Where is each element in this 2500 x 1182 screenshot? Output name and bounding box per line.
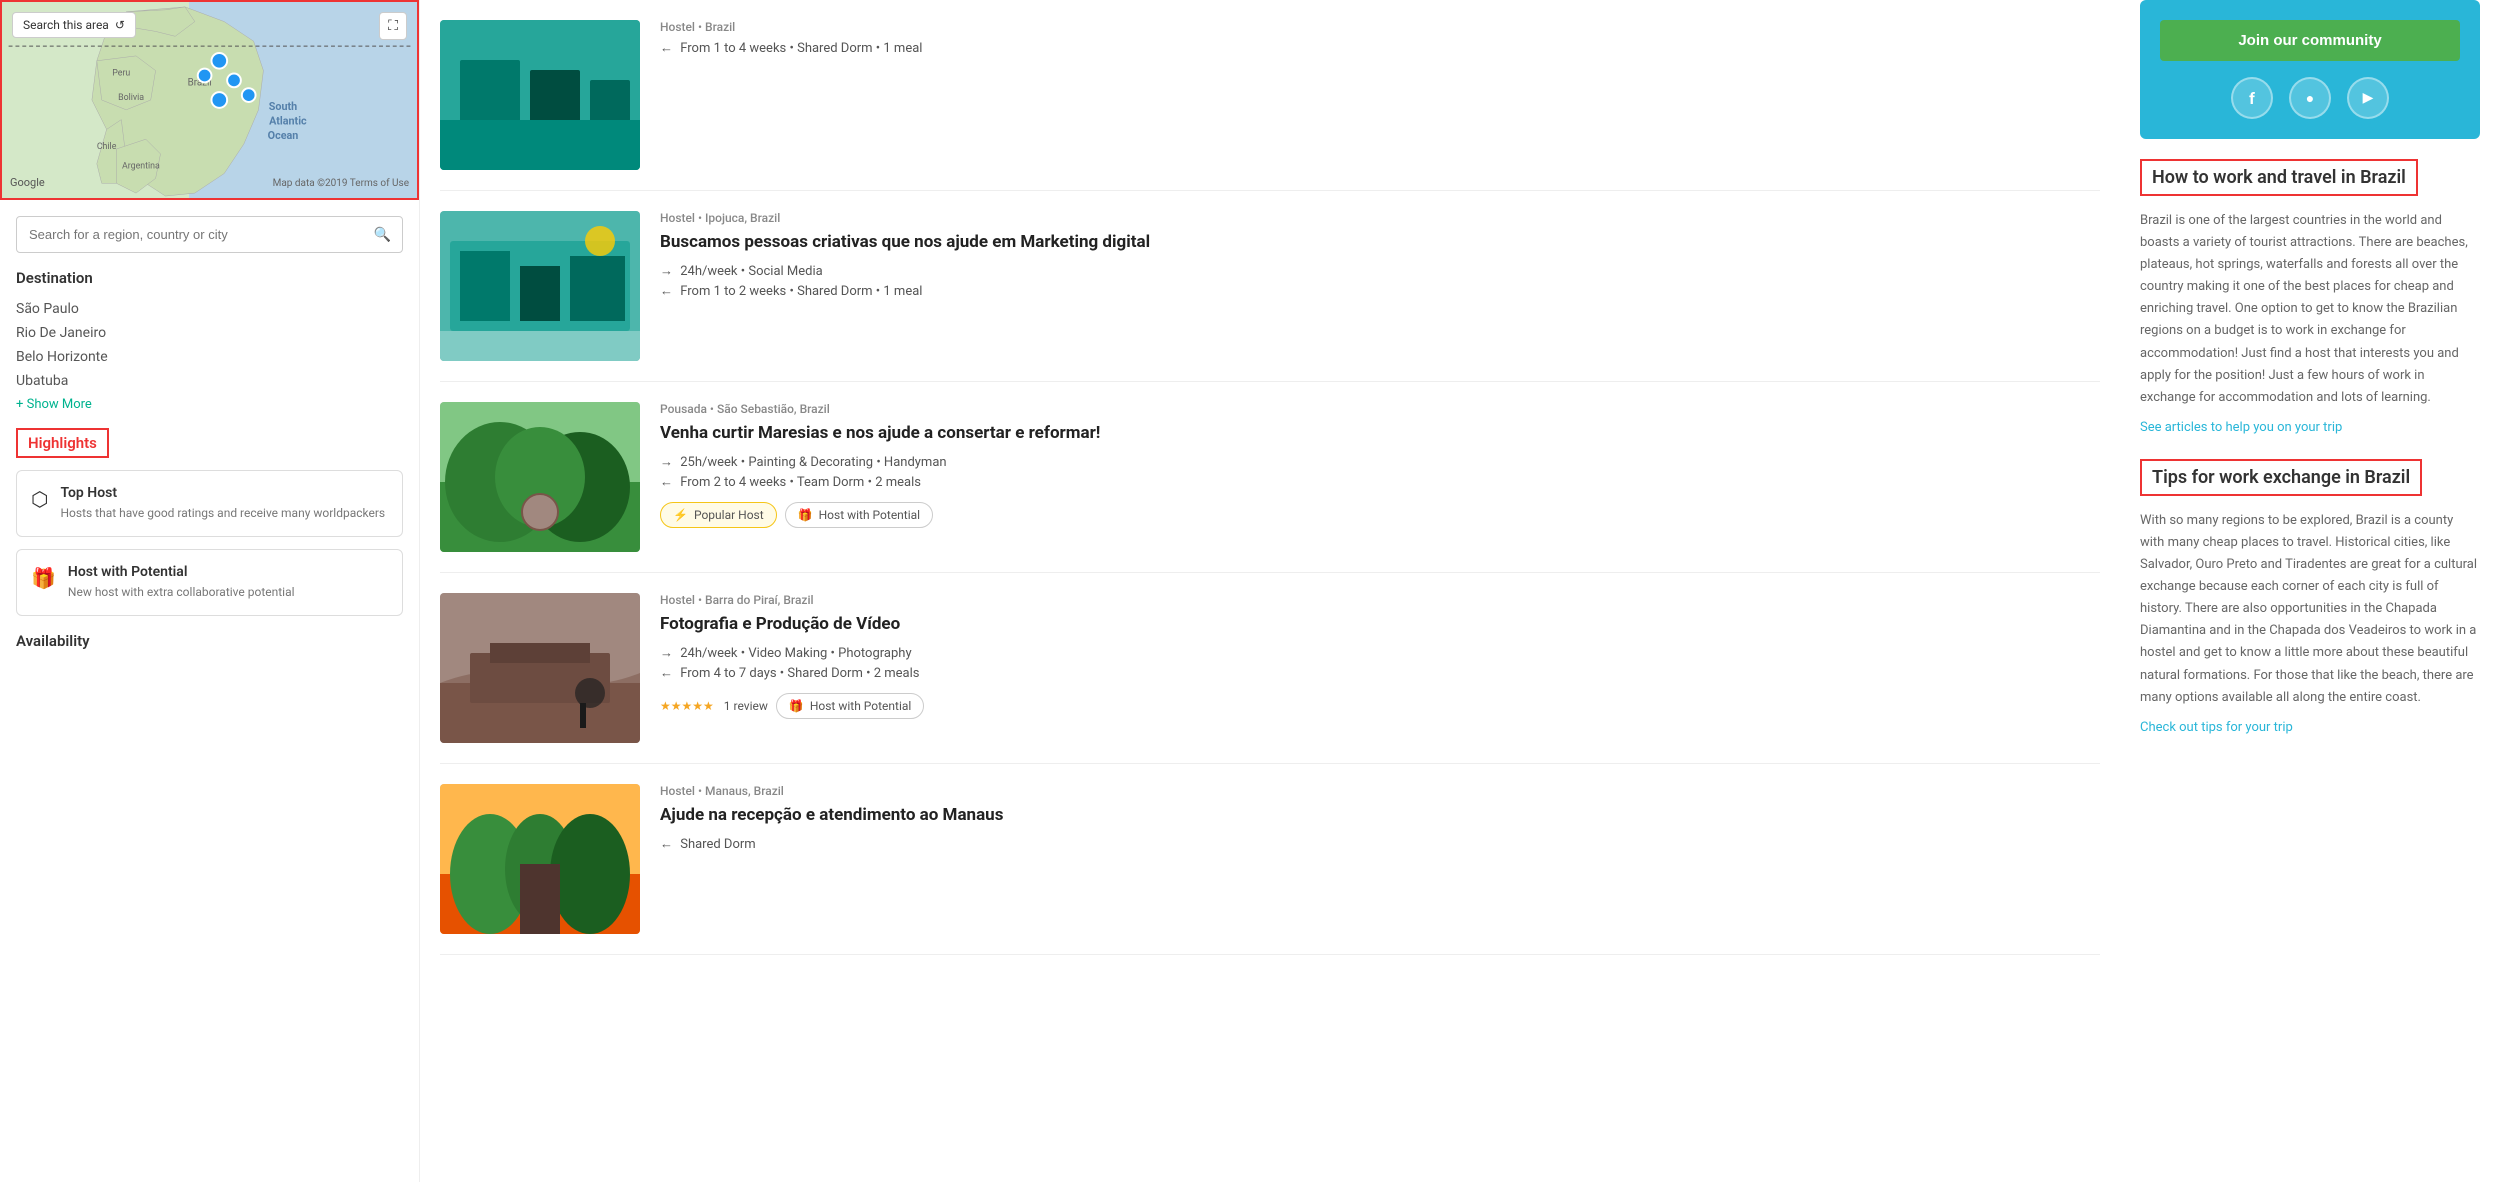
svg-text:Ocean: Ocean <box>268 129 299 142</box>
refresh-icon: ↺ <box>115 18 125 32</box>
destination-link-rio[interactable]: Rio De Janeiro <box>16 321 403 345</box>
svg-text:Atlantic: Atlantic <box>269 114 307 127</box>
listing-title-1[interactable]: Buscamos pessoas criativas que nos ajude… <box>660 231 2100 253</box>
listing-hours-3: → 24h/week • Video Making • Photography <box>660 645 2100 661</box>
article-title-1[interactable]: How to work and travel in Brazil <box>2140 159 2418 196</box>
listing-hours-2: → 25h/week • Painting & Decorating • Han… <box>660 454 2100 470</box>
listing-item-3: Hostel • Barra do Piraí, Brazil Fotograf… <box>440 573 2100 764</box>
expand-icon: ⛶ <box>388 18 398 34</box>
listing-stay-2: ← From 2 to 4 weeks • Team Dorm • 2 meal… <box>660 474 2100 490</box>
highlights-section: Highlights ⬡ Top Host Hosts that have go… <box>0 428 419 616</box>
listing-item-2: Pousada • São Sebastião, Brazil Venha cu… <box>440 382 2100 573</box>
svg-text:Peru: Peru <box>112 69 130 79</box>
show-more-link[interactable]: + Show More <box>16 397 92 412</box>
listing-info-1: Hostel • Ipojuca, Brazil Buscamos pessoa… <box>660 211 2100 303</box>
search-this-area-label: Search this area <box>23 18 109 32</box>
region-search-input[interactable] <box>16 216 403 253</box>
search-icon: 🔍 <box>374 227 391 243</box>
right-sidebar: Join our community f ● ▶ How to work and… <box>2120 0 2500 1182</box>
stars-tag: ★★★★★ 1 review <box>660 693 768 719</box>
article-section-2: Tips for work exchange in Brazil With so… <box>2140 459 2480 735</box>
community-box: Join our community f ● ▶ <box>2140 0 2480 139</box>
listing-title-3[interactable]: Fotografia e Produção de Vídeo <box>660 613 2100 635</box>
listing-meta-1: Hostel • Ipojuca, Brazil <box>660 211 2100 225</box>
article-body-2: With so many regions to be explored, Bra… <box>2140 510 2480 709</box>
search-this-area-button[interactable]: Search this area ↺ <box>12 12 136 38</box>
svg-text:Bolivia: Bolivia <box>118 93 144 103</box>
article-section-1: How to work and travel in Brazil Brazil … <box>2140 159 2480 435</box>
listing-item-4: Hostel • Manaus, Brazil Ajude na recepçã… <box>440 764 2100 955</box>
social-icons: f ● ▶ <box>2160 77 2460 119</box>
map-container[interactable]: South Atlantic Ocean Brazil Peru Bolivia… <box>0 0 419 200</box>
host-potential-desc: New host with extra collaborative potent… <box>68 584 295 601</box>
listing-stay-1: ← From 1 to 2 weeks • Shared Dorm • 1 me… <box>660 283 2100 299</box>
destination-link-sao-paulo[interactable]: São Paulo <box>16 297 403 321</box>
listing-meta-2: Pousada • São Sebastião, Brazil <box>660 402 2100 416</box>
listing-item-1: Hostel • Ipojuca, Brazil Buscamos pessoa… <box>440 191 2100 382</box>
destination-link-belo[interactable]: Belo Horizonte <box>16 345 403 369</box>
listing-image-4[interactable] <box>440 784 640 934</box>
top-host-title: Top Host <box>60 485 385 501</box>
host-potential-tag-2[interactable]: 🎁 Host with Potential <box>785 502 933 528</box>
lightning-icon: ⚡ <box>673 508 688 522</box>
listing-title-4[interactable]: Ajude na recepção e atendimento ao Manau… <box>660 804 2100 826</box>
svg-text:South: South <box>269 100 297 113</box>
gift-icon-3: 🎁 <box>789 699 804 713</box>
listing-stay-4: ← Shared Dorm <box>660 836 2100 852</box>
listing-image-2[interactable] <box>440 402 640 552</box>
google-logo: Google <box>10 174 45 190</box>
popular-host-label: Popular Host <box>694 508 764 522</box>
listing-title-2[interactable]: Venha curtir Maresias e nos ajude a cons… <box>660 422 2100 444</box>
listing-image-3[interactable] <box>440 593 640 743</box>
destination-title: Destination <box>16 269 403 287</box>
destination-link-ubatuba[interactable]: Ubatuba <box>16 369 403 393</box>
listing-info-3: Hostel • Barra do Piraí, Brazil Fotograf… <box>660 593 2100 719</box>
availability-title: Availability <box>16 632 403 650</box>
host-potential-card[interactable]: 🎁 Host with Potential New host with extr… <box>16 549 403 616</box>
availability-section: Availability <box>0 632 419 676</box>
host-potential-title: Host with Potential <box>68 564 295 580</box>
map-attribution: Map data ©2019 Terms of Use <box>273 174 409 190</box>
listing-meta-3: Hostel • Barra do Piraí, Brazil <box>660 593 2100 607</box>
top-host-card[interactable]: ⬡ Top Host Hosts that have good ratings … <box>16 470 403 537</box>
star-icons: ★★★★★ <box>660 699 714 713</box>
facebook-icon[interactable]: f <box>2231 77 2273 119</box>
listing-info-top: Hostel • Brazil ← From 1 to 4 weeks • Sh… <box>660 20 2100 60</box>
listing-image-1[interactable] <box>440 211 640 361</box>
trophy-icon: ⬡ <box>31 487 48 511</box>
listing-info-2: Pousada • São Sebastião, Brazil Venha cu… <box>660 402 2100 528</box>
popular-host-tag[interactable]: ⚡ Popular Host <box>660 502 777 528</box>
listing-detail-duration: ← From 1 to 4 weeks • Shared Dorm • 1 me… <box>660 40 2100 56</box>
listing-info-4: Hostel • Manaus, Brazil Ajude na recepçã… <box>660 784 2100 856</box>
highlights-title: Highlights <box>16 428 109 458</box>
top-host-desc: Hosts that have good ratings and receive… <box>60 505 385 522</box>
listing-tags-2: ⚡ Popular Host 🎁 Host with Potential <box>660 502 2100 528</box>
sidebar-search: 🔍 <box>0 200 419 269</box>
listing-meta-4: Hostel • Manaus, Brazil <box>660 784 2100 798</box>
listing-stay-3: ← From 4 to 7 days • Shared Dorm • 2 mea… <box>660 665 2100 681</box>
article-link-2[interactable]: Check out tips for your trip <box>2140 720 2293 735</box>
destination-section: Destination São Paulo Rio De Janeiro Bel… <box>0 269 419 428</box>
host-potential-label-3: Host with Potential <box>810 699 912 713</box>
listing-tags-3: ★★★★★ 1 review 🎁 Host with Potential <box>660 693 2100 719</box>
map-expand-button[interactable]: ⛶ <box>379 12 407 40</box>
article-link-1[interactable]: See articles to help you on your trip <box>2140 420 2342 435</box>
instagram-icon[interactable]: ● <box>2289 77 2331 119</box>
gift-icon: 🎁 <box>31 566 56 590</box>
svg-text:Chile: Chile <box>97 142 117 152</box>
listing-image-top <box>440 20 640 170</box>
listing-item-top: Hostel • Brazil ← From 1 to 4 weeks • Sh… <box>440 0 2100 191</box>
review-count: 1 review <box>724 699 768 713</box>
article-title-2[interactable]: Tips for work exchange in Brazil <box>2140 459 2422 496</box>
svg-text:Argentina: Argentina <box>122 162 160 172</box>
gift-icon-2: 🎁 <box>798 508 813 522</box>
listing-hours-1: → 24h/week • Social Media <box>660 263 2100 279</box>
article-body-1: Brazil is one of the largest countries i… <box>2140 210 2480 409</box>
host-potential-label-2: Host with Potential <box>819 508 921 522</box>
youtube-icon[interactable]: ▶ <box>2347 77 2389 119</box>
join-community-button[interactable]: Join our community <box>2160 20 2460 61</box>
main-content: Hostel • Brazil ← From 1 to 4 weeks • Sh… <box>420 0 2120 1182</box>
host-potential-tag-3[interactable]: 🎁 Host with Potential <box>776 693 924 719</box>
listing-meta-top: Hostel • Brazil <box>660 20 2100 34</box>
